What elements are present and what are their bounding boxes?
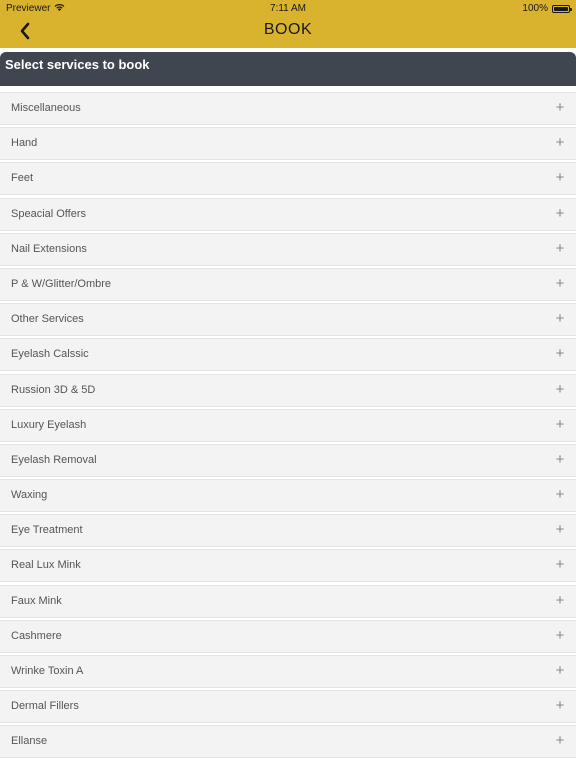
plus-icon[interactable]: + <box>554 698 566 714</box>
battery-icon <box>552 4 572 13</box>
section-title: Select services to book <box>5 57 150 72</box>
plus-icon[interactable]: + <box>554 205 566 222</box>
status-time: 7:11 AM <box>270 3 306 14</box>
service-category-label: Miscellaneous <box>11 102 81 114</box>
service-category-label: Feet <box>11 172 34 185</box>
service-category-label: Other Services <box>11 313 84 326</box>
page-title: BOOK <box>263 21 313 38</box>
status-bar: Previewer 7:11 AM 100% <box>0 0 576 16</box>
service-category-row[interactable]: Hand + <box>0 127 576 161</box>
top-bar: Previewer 7:11 AM 100% BOOK <box>0 0 576 48</box>
service-category-label: Luxury Eyelash <box>11 418 87 431</box>
service-category-row[interactable]: Eyelash Calssic + <box>0 338 576 372</box>
service-category-label: Real Lux Mink <box>11 559 81 572</box>
plus-icon[interactable]: + <box>554 240 566 257</box>
service-category-label: Wrinke Toxin A <box>11 665 84 677</box>
plus-icon[interactable]: + <box>554 416 566 433</box>
navigation-bar: BOOK <box>0 16 576 48</box>
service-category-label: Cashmere <box>11 629 62 642</box>
plus-icon[interactable]: + <box>554 451 566 468</box>
service-category-row[interactable]: Russion 3D & 5D + <box>0 373 576 407</box>
service-category-row[interactable]: Dermal Fillers + <box>0 690 576 724</box>
service-category-label: Waxing <box>11 489 48 502</box>
service-category-row[interactable]: Ellanse + <box>0 725 576 759</box>
plus-icon[interactable]: + <box>554 627 566 644</box>
service-category-label: P & W/Glitter/Ombre <box>11 277 112 290</box>
service-category-row[interactable]: Real Lux Mink + <box>0 549 576 583</box>
plus-icon[interactable]: + <box>554 733 566 749</box>
plus-icon[interactable]: + <box>554 346 566 362</box>
service-category-label: Hand <box>11 137 38 150</box>
plus-icon[interactable]: + <box>554 381 566 398</box>
service-category-row[interactable]: Nail Extensions + <box>0 232 576 266</box>
plus-icon[interactable]: + <box>554 522 566 538</box>
plus-icon[interactable]: + <box>554 487 566 503</box>
plus-icon[interactable]: + <box>554 135 566 151</box>
battery-info: 100% <box>522 3 572 14</box>
battery-fill <box>554 6 568 11</box>
service-category-row[interactable]: Faux Mink + <box>0 584 576 618</box>
plus-icon[interactable]: + <box>554 663 566 679</box>
service-category-row[interactable]: Feet + <box>0 162 576 196</box>
plus-icon[interactable]: + <box>554 100 566 116</box>
service-category-row[interactable]: Eyelash Removal + <box>0 443 576 477</box>
service-category-row[interactable]: Luxury Eyelash + <box>0 408 576 442</box>
service-category-row[interactable]: Wrinke Toxin A + <box>0 655 576 688</box>
service-category-row[interactable]: P & W/Glitter/Ombre + <box>0 267 576 301</box>
section-header: Select services to book <box>0 52 576 86</box>
service-category-label: Eyelash Calssic <box>11 348 89 361</box>
plus-icon[interactable]: + <box>554 311 566 327</box>
plus-icon[interactable]: + <box>554 275 566 292</box>
service-category-label: Eyelash Removal <box>11 453 97 466</box>
plus-icon[interactable]: + <box>554 170 566 186</box>
service-category-label: Dermal Fillers <box>11 700 79 713</box>
service-category-row[interactable]: Other Services + <box>0 303 576 337</box>
service-category-row[interactable]: Waxing + <box>0 479 576 513</box>
service-category-label: Ellanse <box>11 735 48 748</box>
service-category-label: Speacial Offers <box>11 207 87 220</box>
plus-icon[interactable]: + <box>554 557 566 573</box>
battery-percent: 100% <box>522 3 548 14</box>
service-category-label: Faux Mink <box>11 594 62 607</box>
plus-icon[interactable]: + <box>554 592 566 609</box>
service-category-label: Russion 3D & 5D <box>11 383 96 396</box>
service-category-row[interactable]: Speacial Offers + <box>0 197 576 231</box>
service-category-row[interactable]: Eye Treatment + <box>0 514 576 548</box>
service-list: Miscellaneous + Hand + Feet + Speacial Offers +… <box>0 92 576 761</box>
service-category-label: Eye Treatment <box>11 524 83 537</box>
app-screen: Previewer 7:11 AM 100% BOOK Select servi… <box>0 0 576 768</box>
service-category-row[interactable]: Cashmere + <box>0 619 576 653</box>
service-category-label: Nail Extensions <box>11 242 87 255</box>
service-category-row[interactable]: Miscellaneous + <box>0 92 576 125</box>
